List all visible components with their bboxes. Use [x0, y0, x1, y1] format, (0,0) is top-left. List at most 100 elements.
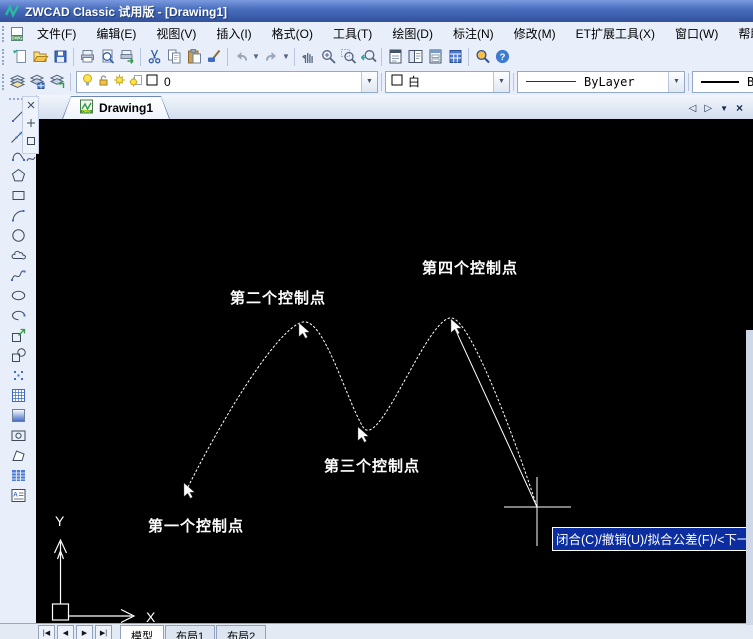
prev-layout-icon[interactable]: ◀ [57, 625, 74, 639]
menu-item-11[interactable]: 帮助(H) [728, 22, 753, 45]
lineweight-combo[interactable]: ByLayer [692, 70, 753, 93]
layer-buttons [7, 72, 67, 92]
menu-item-7[interactable]: 标注(N) [443, 22, 504, 45]
linetype-value: ByLayer [584, 74, 635, 89]
prev-tab-icon[interactable]: ◁ [689, 103, 697, 114]
tab-list-icon[interactable]: ▼ [720, 104, 728, 113]
layer-states-button[interactable] [27, 72, 47, 92]
circle-tool-button[interactable] [6, 225, 30, 245]
control-point-cursor [357, 426, 369, 443]
color-combo[interactable]: 白 ▼ [385, 70, 510, 93]
revision-cloud-tool-button[interactable] [6, 245, 30, 265]
cut-button[interactable] [144, 47, 164, 67]
open-button[interactable] [30, 47, 50, 67]
first-layout-icon[interactable]: |◀ [38, 625, 55, 639]
make-block-tool-button[interactable] [6, 345, 30, 365]
layer-combo[interactable]: 0 ▼ [76, 70, 378, 93]
cross-marker-icon[interactable] [26, 115, 36, 133]
snap-marker-icon[interactable] [26, 97, 36, 115]
menu-item-9[interactable]: ET扩展工具(X) [566, 22, 665, 45]
save-button[interactable] [50, 47, 70, 67]
layout-tab-1[interactable]: 布局1 [165, 625, 216, 639]
spline-tool-button[interactable] [6, 265, 30, 285]
linetype-sample [526, 81, 576, 82]
title-bar: ZWCAD Classic 试用版 - [Drawing1] [0, 0, 753, 22]
menu-item-2[interactable]: 视图(V) [146, 22, 206, 45]
window-title: ZWCAD Classic 试用版 - [Drawing1] [25, 4, 228, 19]
linetype-combo-dropdown[interactable]: ▼ [668, 71, 684, 92]
designcenter-button[interactable] [405, 47, 425, 67]
color-combo-dropdown[interactable]: ▼ [493, 71, 509, 92]
find-button[interactable] [472, 47, 492, 67]
layer-on-bulb-icon[interactable] [81, 73, 94, 90]
menu-item-1[interactable]: 编辑(E) [86, 22, 146, 45]
layer-viewport-freeze-icon[interactable] [129, 73, 143, 90]
undo-button[interactable] [231, 47, 251, 67]
svg-text:DWG: DWG [12, 35, 23, 40]
zoom-realtime-button[interactable] [318, 47, 338, 67]
menu-item-3[interactable]: 插入(I) [206, 22, 261, 45]
zoom-window-button[interactable] [338, 47, 358, 67]
redo-dropdown[interactable]: ▼ [281, 52, 291, 61]
layer-freeze-sun-icon[interactable] [113, 73, 126, 90]
layer-color-swatch[interactable] [146, 74, 158, 89]
drawing-canvas[interactable]: YX 第一个控制点 第二个控制点 第三个控制点 第四个控制点 闭合(C)/撤销(U)/… [36, 119, 753, 625]
linetype-combo[interactable]: ByLayer ▼ [517, 70, 685, 93]
next-tab-icon[interactable]: ▷ [704, 103, 712, 114]
standard-toolbar-grip[interactable] [2, 48, 7, 65]
plot-button[interactable] [117, 47, 137, 67]
match-properties-button[interactable] [204, 47, 224, 67]
rubber-band-line [450, 319, 538, 508]
layer-previous-button[interactable] [47, 72, 67, 92]
arc-tool-button[interactable] [6, 205, 30, 225]
paste-button[interactable] [184, 47, 204, 67]
wipeout-tool-button[interactable] [6, 445, 30, 465]
tool-palettes-button[interactable] [425, 47, 445, 67]
insert-block-tool-button[interactable] [6, 325, 30, 345]
document-tab-drawing1[interactable]: DWG Drawing1 [62, 96, 170, 119]
svg-text:DWG: DWG [82, 110, 91, 114]
zoom-previous-button[interactable] [358, 47, 378, 67]
menu-item-4[interactable]: 格式(O) [262, 22, 323, 45]
layers-toolbar-grip[interactable] [2, 73, 4, 90]
close-tab-icon[interactable]: × [736, 101, 743, 115]
ellipse-tool-button[interactable] [6, 285, 30, 305]
menu-item-10[interactable]: 窗口(W) [665, 22, 728, 45]
layer-properties-button[interactable] [7, 72, 27, 92]
menu-item-8[interactable]: 修改(M) [504, 22, 566, 45]
copy-button[interactable] [164, 47, 184, 67]
new-button[interactable] [10, 47, 30, 67]
layout-tab-2[interactable]: 布局2 [216, 625, 267, 639]
ellipse-arc-tool-button[interactable] [6, 305, 30, 325]
print-button[interactable] [77, 47, 97, 67]
redo-button[interactable] [261, 47, 281, 67]
region-tool-button[interactable] [6, 425, 30, 445]
mtext-tool-button[interactable]: A [6, 485, 30, 505]
layer-combo-dropdown[interactable]: ▼ [361, 71, 377, 92]
quickcalc-button[interactable] [445, 47, 465, 67]
last-layout-icon[interactable]: ▶| [95, 625, 112, 639]
help-button[interactable]: ? [492, 47, 512, 67]
menu-item-5[interactable]: 工具(T) [323, 22, 382, 45]
svg-text:?: ? [499, 52, 505, 63]
gradient-tool-button[interactable] [6, 405, 30, 425]
menu-item-0[interactable]: 文件(F) [27, 22, 86, 45]
curve-marker-icon[interactable] [26, 151, 36, 169]
box-marker-icon[interactable] [26, 133, 36, 151]
toolbar-separator [381, 47, 382, 66]
hatch-tool-button[interactable] [6, 385, 30, 405]
menubar-grip[interactable] [2, 25, 4, 42]
properties-button[interactable] [385, 47, 405, 67]
print-preview-button[interactable] [97, 47, 117, 67]
layout-tab-0[interactable]: 模型 [120, 625, 164, 639]
next-layout-icon[interactable]: ▶ [76, 625, 93, 639]
pan-button[interactable] [298, 47, 318, 67]
layer-lock-icon[interactable] [97, 73, 110, 90]
toolbar-separator [468, 47, 469, 66]
table-tool-button[interactable] [6, 465, 30, 485]
undo-dropdown[interactable]: ▼ [251, 52, 261, 61]
toolbar-separator [227, 47, 228, 66]
point-tool-button[interactable] [6, 365, 30, 385]
rectangle-tool-button[interactable] [6, 185, 30, 205]
menu-item-6[interactable]: 绘图(D) [382, 22, 443, 45]
